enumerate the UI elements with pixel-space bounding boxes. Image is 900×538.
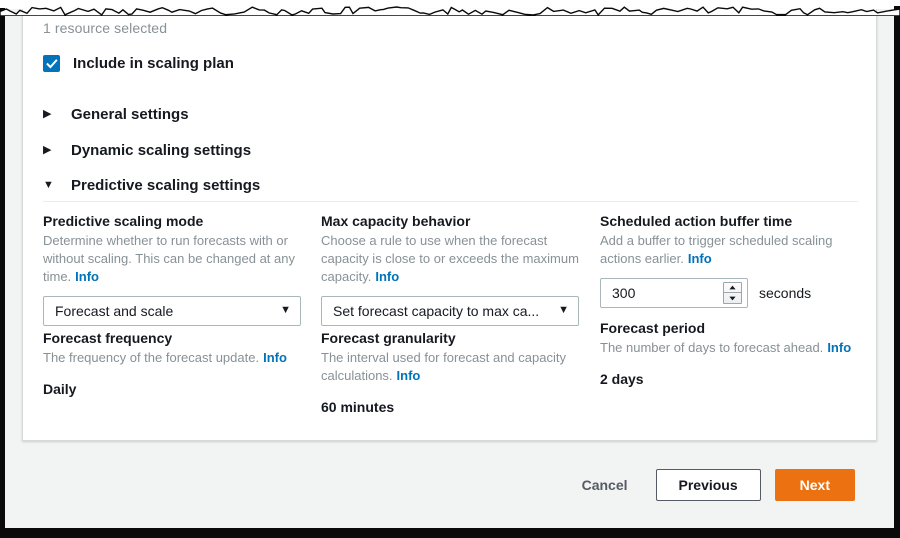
scheduled-action-buffer-time-control: 300 seconds [600,277,862,308]
predictive-scaling-mode-select[interactable]: Forecast and scale ▼ [43,295,301,326]
field-label: Predictive scaling mode [43,213,204,229]
forecast-frequency-value: Daily [43,380,77,397]
triangle-right-icon: ▶ [43,108,52,120]
forecast-granularity-value: 60 minutes [321,398,395,415]
field-description: Add a buffer to trigger scheduled scalin… [600,232,862,268]
field-predictive-scaling-mode: Predictive scaling mode Determine whethe… [43,212,305,326]
include-in-scaling-plan-checkbox[interactable] [43,55,60,72]
scaling-plan-card: 1 resource selected Include in scaling p… [22,9,877,441]
resource-count-label: 1 resource selected [43,20,168,36]
cancel-button[interactable]: Cancel [582,477,628,493]
field-description: The frequency of the forecast update. Inf… [43,349,305,367]
field-description-text: Choose a rule to use when the forecast c… [321,232,579,284]
field-description-text: The number of days to forecast ahead. [600,339,824,355]
field-forecast-granularity: Forecast granularity The interval used f… [321,329,583,415]
section-title-predictive-scaling-settings: Predictive scaling settings [71,177,261,194]
info-link[interactable]: Info [263,350,287,365]
info-link[interactable]: Info [827,340,851,355]
next-button[interactable]: Next [774,468,855,501]
input-value: 300 [612,284,636,301]
section-divider [43,201,858,202]
select-value: Set forecast capacity to max ca... [333,302,540,319]
scheduled-action-buffer-time-input[interactable]: 300 [600,277,748,308]
field-description: The interval used for forecast and capac… [321,349,583,385]
number-stepper[interactable] [723,281,742,304]
frame-border-right [894,6,900,538]
field-label: Scheduled action buffer time [600,213,793,229]
section-title-dynamic-scaling-settings: Dynamic scaling settings [71,142,252,159]
field-label: Max capacity behavior [321,213,471,229]
frame-border-bottom [0,528,900,538]
field-forecast-period: Forecast period The number of days to fo… [600,319,862,387]
section-header-predictive-scaling-settings[interactable]: ▼ Predictive scaling settings [43,177,260,194]
triangle-down-icon: ▼ [43,179,54,191]
chevron-down-icon: ▼ [558,304,569,317]
check-icon [45,58,58,68]
stepper-decrement-button[interactable] [724,293,741,303]
chevron-down-icon: ▼ [280,304,291,317]
info-link[interactable]: Info [75,269,99,284]
field-label: Forecast granularity [321,330,456,346]
forecast-period-value: 2 days [600,370,644,387]
include-in-scaling-plan-row[interactable]: Include in scaling plan [43,55,234,72]
field-scheduled-action-buffer-time: Scheduled action buffer time Add a buffe… [600,212,862,308]
field-forecast-frequency: Forecast frequency The frequency of the … [43,329,305,397]
field-label: Forecast frequency [43,330,173,346]
info-link[interactable]: Info [397,368,421,383]
triangle-up-icon [729,285,736,290]
previous-button[interactable]: Previous [655,468,761,501]
screenshot-root: 1 resource selected Include in scaling p… [0,0,900,538]
triangle-down-icon [729,296,736,300]
field-description-text: The interval used for forecast and capac… [321,349,566,383]
max-capacity-behavior-select[interactable]: Set forecast capacity to max ca... ▼ [321,295,579,326]
field-label: Forecast period [600,320,706,336]
section-header-general-settings[interactable]: ▶ General settings [43,106,189,123]
field-max-capacity-behavior: Max capacity behavior Choose a rule to u… [321,212,583,326]
section-title-general-settings: General settings [71,106,189,123]
scheduled-action-buffer-time-unit: seconds [759,284,812,301]
stepper-increment-button[interactable] [724,283,741,294]
wizard-footer: Cancel Previous Next [22,441,877,528]
select-value: Forecast and scale [55,302,174,319]
field-description: Choose a rule to use when the forecast c… [321,232,583,286]
field-description-text: Add a buffer to trigger scheduled scalin… [600,232,833,266]
frame-border-left [0,8,5,538]
info-link[interactable]: Info [375,269,399,284]
field-description: The number of days to forecast ahead. Inf… [600,339,862,357]
triangle-right-icon: ▶ [43,144,52,156]
include-in-scaling-plan-label: Include in scaling plan [73,55,234,72]
field-description-text: The frequency of the forecast update. [43,349,260,365]
field-description: Determine whether to run forecasts with … [43,232,305,286]
info-link[interactable]: Info [688,251,712,266]
section-header-dynamic-scaling-settings[interactable]: ▶ Dynamic scaling settings [43,142,251,159]
